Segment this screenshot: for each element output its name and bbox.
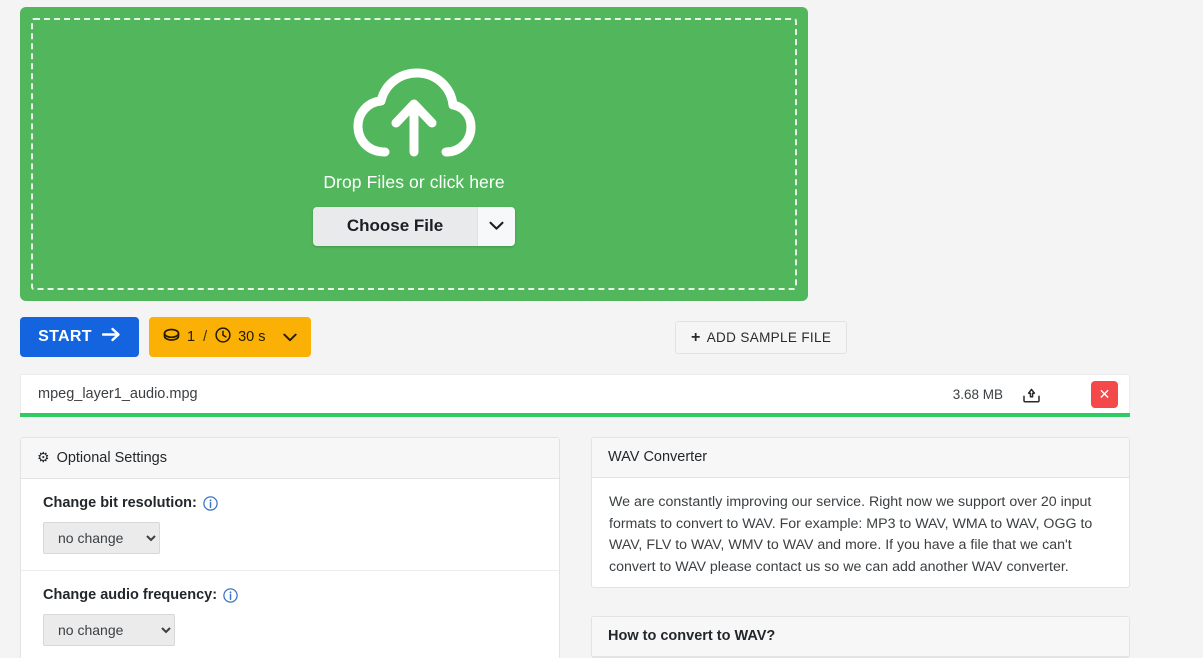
credits-time-value: 30 s [238, 329, 266, 345]
choose-file-group: Choose File [312, 207, 516, 246]
dropzone-content: Drop Files or click here Choose File [312, 68, 516, 246]
file-progress-bar [20, 413, 1130, 417]
credits-separator: / [203, 329, 208, 345]
dropzone-prompt: Drop Files or click here [323, 172, 505, 192]
choose-file-button[interactable]: Choose File [312, 207, 478, 246]
how-to-convert-title: How to convert to WAV? [608, 628, 776, 644]
wav-converter-description: We are constantly improving our service.… [609, 494, 1093, 575]
chevron-down-icon [489, 219, 504, 234]
bit-resolution-select[interactable]: no change [43, 522, 160, 554]
chevron-down-icon [282, 333, 297, 342]
setting-audio-frequency-label: Change audio frequency: [43, 587, 218, 603]
optional-settings-panel: ⚙ Optional Settings Change bit resolutio… [20, 437, 560, 658]
save-to-cloud-icon[interactable] [1019, 382, 1043, 406]
plus-icon: + [691, 328, 701, 346]
gear-icon: ⚙ [37, 449, 50, 465]
coin-icon [163, 328, 180, 347]
clock-icon [215, 327, 231, 347]
start-button[interactable]: START [20, 317, 139, 357]
wav-converter-title: WAV Converter [608, 449, 708, 465]
start-button-label: START [38, 328, 92, 345]
add-sample-file-label: ADD SAMPLE FILE [706, 330, 832, 345]
remove-file-button[interactable]: ✕ [1091, 380, 1118, 408]
add-sample-file-button[interactable]: + ADD SAMPLE FILE [675, 321, 848, 354]
optional-settings-header: ⚙ Optional Settings [21, 438, 559, 479]
action-row: START 1 / 30 s + ADD SAMPLE FILE [20, 317, 1130, 357]
choose-file-dropdown-button[interactable] [477, 207, 516, 246]
converter-page: Drop Files or click here Choose File STA… [0, 0, 1203, 658]
how-to-convert-header[interactable]: How to convert to WAV? [592, 617, 1129, 657]
audio-frequency-select[interactable]: no change [43, 614, 175, 646]
optional-settings-title: Optional Settings [56, 449, 167, 466]
setting-audio-frequency-label-row: Change audio frequency: [43, 587, 543, 603]
setting-bit-resolution: Change bit resolution: no change [21, 479, 559, 571]
file-row: mpeg_layer1_audio.mpg 3.68 MB ✕ [20, 374, 1130, 413]
file-size: 3.68 MB [952, 386, 1003, 402]
file-name: mpeg_layer1_audio.mpg [38, 386, 198, 402]
credits-quota-button[interactable]: 1 / 30 s [149, 317, 311, 357]
wav-converter-info-panel: WAV Converter We are constantly improvin… [591, 437, 1130, 588]
setting-bit-resolution-label: Change bit resolution: [43, 495, 197, 511]
wav-converter-header: WAV Converter [592, 438, 1129, 478]
credits-value: 1 [187, 329, 196, 345]
arrow-right-icon [101, 327, 121, 347]
info-icon[interactable] [223, 587, 238, 603]
close-icon: ✕ [1098, 385, 1111, 402]
how-to-convert-panel[interactable]: How to convert to WAV? [591, 616, 1130, 658]
file-dropzone[interactable]: Drop Files or click here Choose File [20, 7, 808, 301]
cloud-upload-icon [352, 68, 476, 160]
setting-audio-frequency: Change audio frequency: no change [21, 571, 559, 658]
info-icon[interactable] [203, 495, 218, 511]
setting-bit-resolution-label-row: Change bit resolution: [43, 495, 543, 511]
